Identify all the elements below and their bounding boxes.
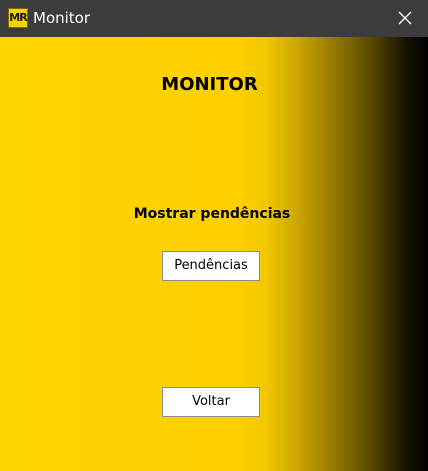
close-icon	[398, 11, 412, 25]
close-button[interactable]	[382, 0, 428, 37]
monitor-window: MR Monitor MONITOR Mostrar pendências Pe…	[0, 0, 428, 471]
title-bar[interactable]: MR Monitor	[0, 0, 428, 37]
voltar-button[interactable]: Voltar	[162, 387, 260, 417]
pendencias-button[interactable]: Pendências	[162, 251, 260, 281]
client-area: MONITOR Mostrar pendências Pendências Vo…	[0, 37, 428, 471]
page-title: MONITOR	[161, 74, 258, 95]
app-logo-icon: MR	[8, 8, 28, 28]
window-title: Monitor	[33, 9, 91, 27]
section-label: Mostrar pendências	[133, 206, 291, 222]
